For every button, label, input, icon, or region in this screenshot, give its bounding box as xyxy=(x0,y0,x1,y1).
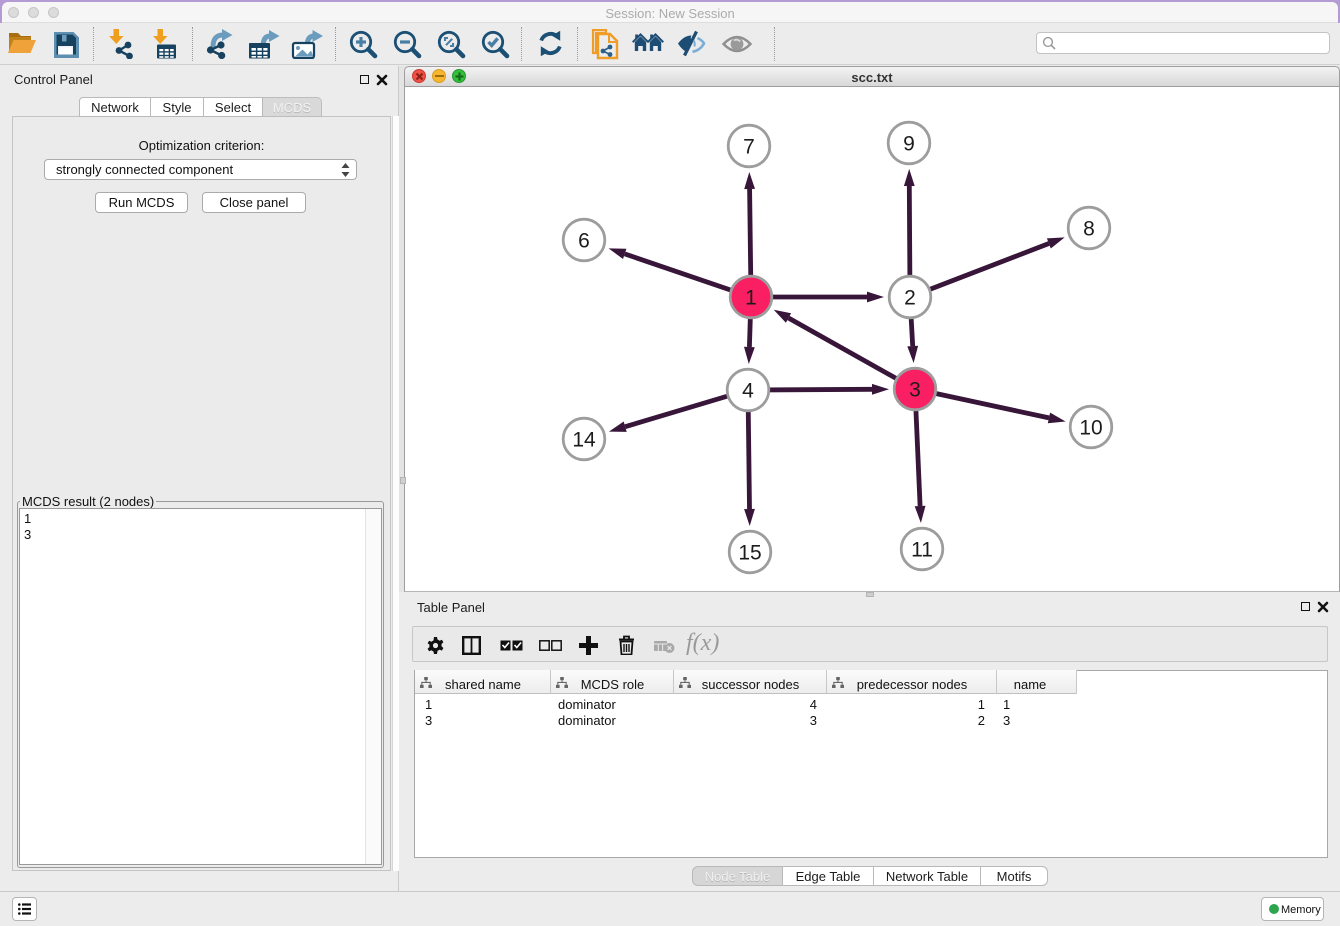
svg-text:9: 9 xyxy=(903,132,915,155)
svg-text:8: 8 xyxy=(1083,217,1095,240)
svg-text:7: 7 xyxy=(743,135,755,158)
svg-text:14: 14 xyxy=(572,428,596,451)
svg-text:11: 11 xyxy=(911,538,933,561)
svg-text:15: 15 xyxy=(738,541,761,564)
svg-text:3: 3 xyxy=(909,378,921,401)
svg-text:4: 4 xyxy=(742,379,754,402)
svg-text:2: 2 xyxy=(904,286,916,309)
svg-text:1: 1 xyxy=(745,286,757,309)
svg-text:10: 10 xyxy=(1079,416,1102,439)
svg-text:6: 6 xyxy=(578,229,590,252)
